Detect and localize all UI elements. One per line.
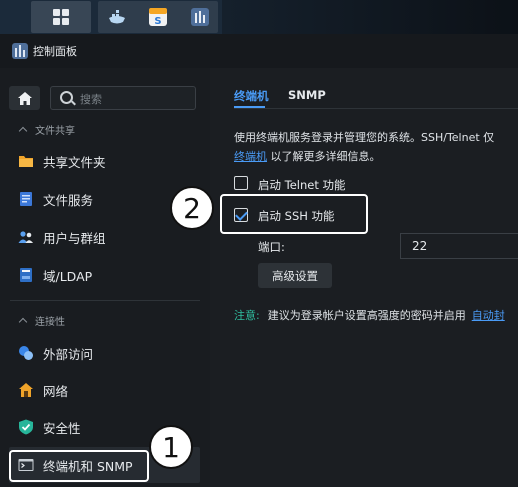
note: 注意: 建议为登录帐户设置高强度的密码并启用 自动封 (234, 307, 505, 323)
sidebar-item-user-group[interactable]: 用户与群组 (9, 219, 200, 255)
callout-number-2: 2 (170, 186, 214, 230)
sidebar-item-shared-folder[interactable]: 共享文件夹 (9, 143, 200, 179)
section-header-connectivity[interactable]: 连接性 (18, 313, 65, 328)
note-label: 注意: (234, 309, 260, 322)
grid-icon (53, 9, 69, 25)
svg-text:S: S (154, 16, 161, 27)
port-label: 端口: (258, 240, 285, 254)
terminal-help-link[interactable]: 终端机 (234, 150, 267, 163)
sidebar-item-domain-ldap[interactable]: 域/LDAP (9, 257, 200, 293)
advanced-settings-button[interactable]: 高级设置 (258, 263, 332, 288)
telnet-checkbox[interactable] (234, 176, 248, 190)
sidebar-item-network[interactable]: 网络 (9, 372, 200, 408)
sidebar-item-external-access[interactable]: 外部访问 (9, 335, 200, 371)
sidebar-divider (10, 300, 200, 301)
note-text: 建议为登录帐户设置高强度的密码并启用 (267, 309, 466, 322)
window-title: 控制面板 (33, 45, 77, 58)
port-input[interactable]: 22 (400, 233, 518, 259)
control-panel-icon (12, 43, 28, 59)
search-icon (60, 91, 73, 104)
control-panel-taskbar-icon[interactable] (190, 7, 210, 27)
callout-number-1: 1 (149, 425, 193, 469)
main-menu-button[interactable] (31, 1, 91, 33)
port-value: 22 (412, 239, 428, 253)
open-apps: S (98, 1, 218, 33)
description-line-2: 终端机 以了解更多详细信息。 (234, 150, 381, 163)
main-content: 终端机 SNMP 使用终端机服务登录并管理您的系统。SSH/Telnet 仅 终… (210, 68, 518, 487)
container-manager-icon[interactable] (107, 7, 127, 27)
folder-icon (19, 156, 33, 167)
search-placeholder: 搜索 (80, 93, 102, 106)
home-icon (17, 91, 32, 105)
chevron-up-icon (18, 126, 28, 136)
tab-snmp[interactable]: SNMP (288, 88, 326, 102)
chevron-up-icon (18, 317, 28, 327)
home-button[interactable] (9, 86, 40, 110)
search-input[interactable]: 搜索 (50, 86, 196, 110)
section-header-file-sharing[interactable]: 文件共享 (18, 122, 75, 137)
sidebar: 搜索 文件共享 共享文件夹 文件服务 用户与群组 域/LDAP 连接性 外部访问… (0, 68, 210, 487)
tab-separator (234, 108, 518, 109)
network-icon (19, 383, 33, 397)
tab-terminal[interactable]: 终端机 (234, 88, 269, 104)
window-titlebar: 控制面板 (0, 34, 518, 68)
taskbar: S (0, 0, 518, 34)
shield-icon (19, 419, 33, 435)
domain-icon (20, 268, 32, 282)
package-center-icon[interactable]: S (148, 7, 168, 27)
desktop-wallpaper (222, 0, 518, 34)
callout-highlight-ssh (220, 194, 368, 234)
file-services-icon (20, 192, 32, 206)
note-link[interactable]: 自动封 (472, 309, 505, 322)
callout-highlight-terminal-snmp (9, 450, 149, 482)
users-icon (18, 231, 33, 243)
description-line-1: 使用终端机服务登录并管理您的系统。SSH/Telnet 仅 (234, 131, 495, 144)
external-access-icon (19, 346, 33, 360)
telnet-label: 启动 Telnet 功能 (258, 178, 346, 192)
